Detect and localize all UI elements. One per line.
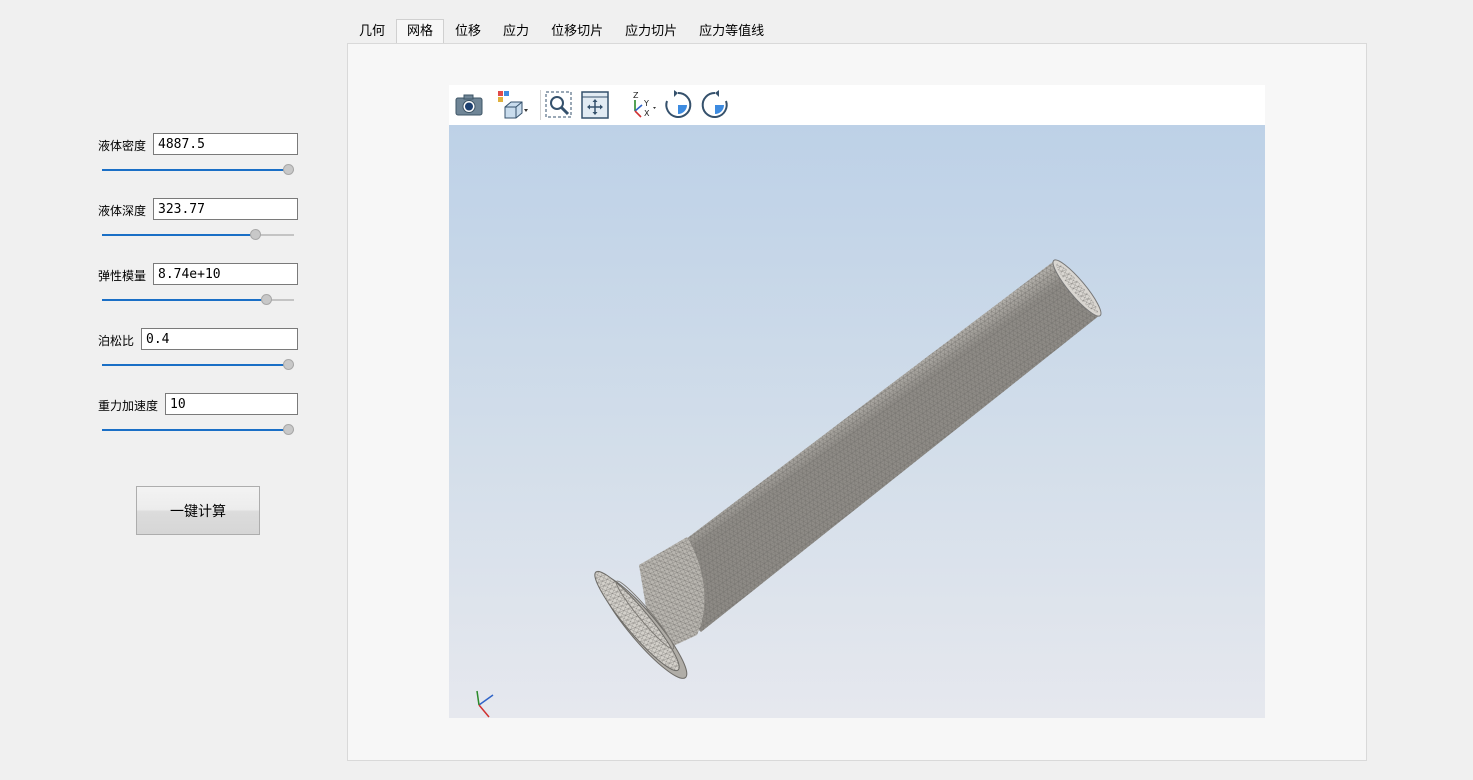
gravity-label: 重力加速度 xyxy=(98,399,159,413)
gravity-slider-handle[interactable] xyxy=(283,424,294,435)
rotate-cw-icon[interactable] xyxy=(662,89,694,121)
depth-slider-handle[interactable] xyxy=(249,229,261,240)
gravity-slider[interactable] xyxy=(102,424,294,436)
tab-displacement[interactable]: 位移 xyxy=(444,19,492,45)
mesh-model xyxy=(476,259,1102,718)
orientation-triad xyxy=(476,690,494,718)
mesh-viewer: Z Y X xyxy=(449,85,1265,718)
axes-triad-icon[interactable]: Z Y X xyxy=(625,89,657,121)
axis-y-letter: Y xyxy=(643,99,649,108)
poisson-label: 泊松比 xyxy=(98,334,135,348)
render-canvas[interactable] xyxy=(449,125,1265,718)
density-label: 液体密度 xyxy=(98,139,147,153)
modulus-input[interactable]: 8.74e+10 xyxy=(153,263,298,285)
depth-input[interactable]: 323.77 xyxy=(153,198,298,220)
fit-all-icon[interactable] xyxy=(579,89,611,121)
camera-icon[interactable] xyxy=(453,89,485,121)
rotate-ccw-icon[interactable] xyxy=(699,89,731,121)
modulus-label: 弹性模量 xyxy=(98,269,147,283)
poisson-slider[interactable] xyxy=(102,359,294,371)
modulus-slider[interactable] xyxy=(102,294,294,306)
depth-label: 液体深度 xyxy=(98,204,147,218)
mesh-flange xyxy=(594,537,705,679)
poisson-slider-handle[interactable] xyxy=(283,359,294,370)
toolbar-separator xyxy=(540,90,541,120)
depth-slider[interactable] xyxy=(102,229,294,241)
tab-stress-slice[interactable]: 应力切片 xyxy=(614,19,688,45)
gravity-input[interactable]: 10 xyxy=(165,393,298,415)
tab-mesh[interactable]: 网格 xyxy=(396,19,445,45)
modulus-slider-handle[interactable] xyxy=(260,294,272,305)
density-slider[interactable] xyxy=(102,164,294,176)
axis-x-letter: X xyxy=(644,109,650,118)
zoom-box-icon[interactable] xyxy=(543,89,575,121)
density-input[interactable]: 4887.5 xyxy=(153,133,298,155)
calculate-button[interactable]: 一键计算 xyxy=(136,486,260,535)
tab-stress[interactable]: 应力 xyxy=(492,19,540,45)
tab-bar: 几何 网格 位移 应力 位移切片 应力切片 应力等值线 xyxy=(348,19,775,45)
viewer-toolbar: Z Y X xyxy=(449,85,1265,125)
axis-z-letter: Z xyxy=(633,91,639,100)
tab-geometry[interactable]: 几何 xyxy=(348,19,396,45)
view-cube-icon[interactable] xyxy=(497,89,529,121)
mesh-tube xyxy=(641,259,1102,632)
density-slider-handle[interactable] xyxy=(283,164,294,175)
tab-displacement-slice[interactable]: 位移切片 xyxy=(540,19,614,45)
tab-stress-contour[interactable]: 应力等值线 xyxy=(688,19,775,45)
poisson-input[interactable]: 0.4 xyxy=(141,328,298,350)
